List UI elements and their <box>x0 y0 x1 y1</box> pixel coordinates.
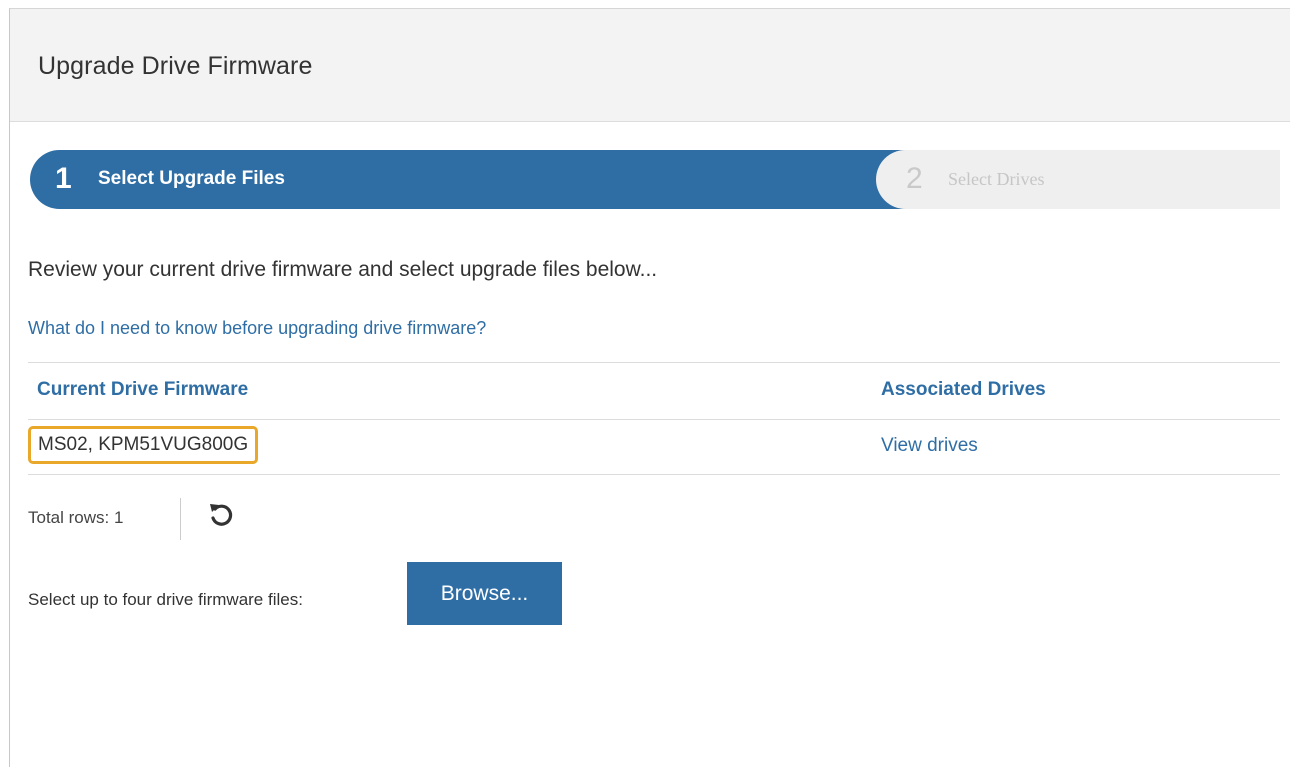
browse-button[interactable]: Browse... <box>407 562 562 625</box>
divider <box>180 498 181 540</box>
wizard-step-1-number: 1 <box>55 162 72 195</box>
view-drives-link[interactable]: View drives <box>881 435 978 457</box>
upload-label: Select up to four drive firmware files: <box>28 590 303 609</box>
refresh-icon[interactable] <box>206 500 236 530</box>
total-rows-label: Total rows: 1 <box>28 508 124 527</box>
dialog-title: Upgrade Drive Firmware <box>38 52 313 80</box>
wizard-step-1-label: Select Upgrade Files <box>98 168 285 189</box>
wizard-step-2-number: 2 <box>906 162 923 195</box>
wizard-step-2-label: Select Drives <box>948 169 1045 189</box>
table-row: MS02, KPM51VUG800G View drives <box>28 420 1280 475</box>
table-header: Current Drive Firmware Associated Drives <box>28 362 1280 420</box>
wizard-step-2 <box>876 150 1280 209</box>
help-link[interactable]: What do I need to know before upgrading … <box>28 318 486 339</box>
intro-text: Review your current drive firmware and s… <box>28 258 658 281</box>
wizard-steps: 1 Select Upgrade Files 2 Select Drives <box>30 150 1280 209</box>
dialog-header: Upgrade Drive Firmware <box>10 9 1290 122</box>
table-footer: Total rows: 1 <box>28 496 428 540</box>
column-header-associated-drives[interactable]: Associated Drives <box>881 379 1046 401</box>
firmware-table: Current Drive Firmware Associated Drives… <box>28 362 1280 475</box>
column-header-current-firmware[interactable]: Current Drive Firmware <box>37 379 248 401</box>
firmware-cell: MS02, KPM51VUG800G <box>28 426 259 464</box>
